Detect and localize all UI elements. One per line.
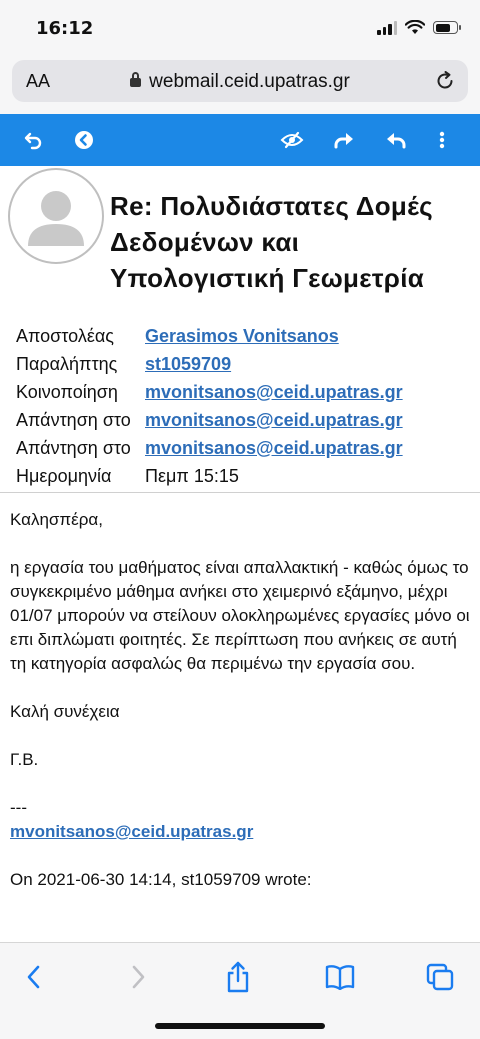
undo-icon[interactable] xyxy=(20,126,48,154)
battery-level xyxy=(435,23,450,32)
status-time: 16:12 xyxy=(36,18,94,39)
back-chevron-icon[interactable] xyxy=(16,959,52,995)
meta-row-date: Ημερομηνία Πεμπ 15:15 xyxy=(16,462,403,490)
meta-label: Παραλήπτης xyxy=(16,353,118,374)
reply-to-link[interactable]: mvonitsanos@ceid.upatras.gr xyxy=(145,410,403,431)
sender-link[interactable]: Gerasimos Vonitsanos xyxy=(145,326,339,347)
forward-icon[interactable] xyxy=(330,126,358,154)
meta-row-reply-to: Απάντηση στο mvonitsanos@ceid.upatras.gr xyxy=(16,406,403,434)
meta-label: Απάντηση στο xyxy=(16,409,131,430)
address-bar[interactable]: AA webmail.ceid.upatras.gr xyxy=(12,60,468,102)
meta-label: Ημερομηνία xyxy=(16,465,112,486)
user-placeholder-icon xyxy=(28,191,84,246)
home-indicator xyxy=(155,1023,325,1029)
back-circle-icon[interactable] xyxy=(70,126,98,154)
meta-row-reply-to: Απάντηση στο mvonitsanos@ceid.upatras.gr xyxy=(16,434,403,462)
email-meta: Αποστολέας Gerasimos Vonitsanos Παραλήπτ… xyxy=(16,322,403,490)
reply-to-link[interactable]: mvonitsanos@ceid.upatras.gr xyxy=(145,438,403,459)
more-vertical-icon[interactable] xyxy=(428,126,456,154)
body-closing: Καλή συνέχεια xyxy=(10,702,120,721)
cc-link[interactable]: mvonitsanos@ceid.upatras.gr xyxy=(145,382,403,403)
status-bar: 16:12 xyxy=(0,0,480,56)
share-icon[interactable] xyxy=(220,959,256,995)
bookmarks-icon[interactable] xyxy=(322,959,358,995)
meta-label: Κοινοποίηση xyxy=(16,381,118,402)
sender-avatar xyxy=(8,168,104,264)
quote-header: On 2021-06-30 14:14, st1059709 wrote: xyxy=(10,870,312,889)
tabs-icon[interactable] xyxy=(422,959,458,995)
email-body: Καλησπέρα, η εργασία του μαθήματος είναι… xyxy=(10,508,472,916)
meta-label: Αποστολέας xyxy=(16,325,114,346)
battery-icon xyxy=(433,21,461,34)
forward-chevron-icon[interactable] xyxy=(120,959,156,995)
recipient-link[interactable]: st1059709 xyxy=(145,354,231,375)
reply-icon[interactable] xyxy=(382,126,410,154)
url-display[interactable]: webmail.ceid.upatras.gr xyxy=(12,71,468,93)
meta-row-sender: Αποστολέας Gerasimos Vonitsanos xyxy=(16,322,403,350)
header-divider xyxy=(0,492,480,493)
signature-separator: --- xyxy=(10,798,27,817)
hide-eye-icon[interactable] xyxy=(278,126,306,154)
date-value: Πεμπ 15:15 xyxy=(145,465,239,486)
body-greeting: Καλησπέρα, xyxy=(10,510,103,529)
body-paragraph: η εργασία του μαθήματος είναι απαλλακτικ… xyxy=(10,558,470,673)
browser-address-area: AA webmail.ceid.upatras.gr xyxy=(0,56,480,114)
signature-email-link[interactable]: mvonitsanos@ceid.upatras.gr xyxy=(10,822,253,841)
reload-icon[interactable] xyxy=(434,70,456,92)
wifi-icon xyxy=(405,20,425,34)
cellular-signal-icon xyxy=(377,20,397,35)
meta-label: Απάντηση στο xyxy=(16,437,131,458)
email-subject: Re: Πολυδιάστατες Δομές Δεδομένων και Υπ… xyxy=(110,191,433,293)
meta-row-recipient: Παραλήπτης st1059709 xyxy=(16,350,403,378)
mail-toolbar xyxy=(0,114,480,166)
url-text: webmail.ceid.upatras.gr xyxy=(149,71,350,92)
status-icons xyxy=(377,20,461,35)
body-initials: Γ.Β. xyxy=(10,750,39,769)
meta-row-cc: Κοινοποίηση mvonitsanos@ceid.upatras.gr xyxy=(16,378,403,406)
browser-bottom-bar xyxy=(0,942,480,1039)
lock-icon xyxy=(130,72,142,87)
